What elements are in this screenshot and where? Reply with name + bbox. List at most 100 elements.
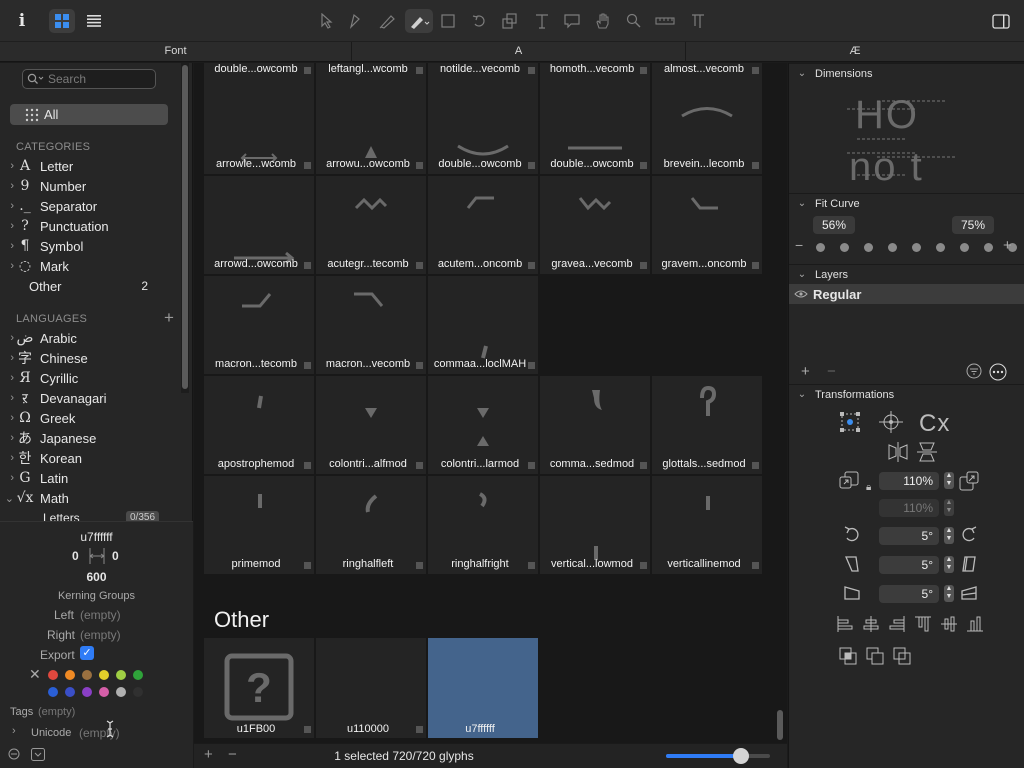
color-swatch[interactable] — [82, 687, 92, 697]
glyph-cell[interactable]: double...owcomb — [428, 76, 538, 174]
skew-left-icon[interactable] — [843, 584, 861, 605]
layer-row-regular[interactable]: Regular — [789, 284, 1024, 304]
transform-origin-box-icon[interactable] — [839, 411, 861, 436]
fit-curve-step[interactable] — [864, 243, 873, 252]
rotate-right-icon[interactable] — [960, 525, 978, 546]
chevron-right-icon[interactable]: › — [0, 352, 16, 364]
boolean-subtract-icon[interactable] — [866, 647, 884, 668]
chevron-right-icon[interactable]: › — [0, 332, 16, 344]
transform-cx-icon[interactable]: Cx — [919, 410, 950, 438]
glyph-cell[interactable]: acutem...oncomb — [428, 176, 538, 274]
left-sidebearing[interactable]: 0 — [72, 549, 79, 563]
glyph-cell[interactable]: colontri...larmod — [428, 376, 538, 474]
sidebar-scrollbar[interactable] — [181, 63, 189, 393]
sidebar-item-separator[interactable]: › ._ Separator — [0, 196, 180, 216]
grid-view-icon[interactable] — [49, 9, 75, 33]
align-center-v-icon[interactable] — [940, 615, 958, 636]
zoom-tool-icon[interactable] — [624, 9, 644, 33]
sidebar-item-letter[interactable]: › A Letter — [0, 156, 180, 176]
color-swatch[interactable] — [133, 687, 143, 697]
sidebar-item-punctuation[interactable]: ›? Punctuation — [0, 216, 180, 236]
glyph-cell-selected[interactable]: u7ffffff — [428, 638, 538, 738]
fit-curve-step[interactable] — [984, 243, 993, 252]
sidebar-item-greek[interactable]: › Ω Greek — [0, 408, 180, 428]
glyph-cell[interactable]: colontri...alfmod — [316, 376, 426, 474]
skew-stepper[interactable]: ▲ ▼ — [944, 585, 954, 602]
chevron-right-icon[interactable]: › — [0, 220, 16, 232]
sidebar-item-korean[interactable]: › 한 Korean — [0, 448, 180, 468]
chevron-right-icon[interactable]: › — [0, 240, 16, 252]
glyph-cell[interactable]: u110000 — [316, 638, 426, 738]
scale-y-stepper[interactable]: ▲ ▼ — [944, 499, 954, 516]
rotate-left-icon[interactable] — [843, 525, 861, 546]
fit-curve-step[interactable] — [816, 243, 825, 252]
sidebar-item-other[interactable]: Other 2 — [0, 276, 180, 296]
glyph-cell[interactable]: vertical...lowmod — [540, 476, 650, 574]
select-all-tool-icon[interactable] — [346, 9, 364, 33]
sidebar-item-latin[interactable]: › G Latin — [0, 468, 180, 488]
fit-curve-step[interactable] — [912, 243, 921, 252]
tab-ae[interactable]: Æ — [686, 42, 1024, 62]
slant-field[interactable]: 5° — [879, 556, 939, 574]
zoom-slider[interactable] — [666, 748, 770, 764]
pen-tool-icon[interactable] — [405, 9, 433, 33]
scale-x-stepper[interactable]: ▲ ▼ — [944, 472, 954, 489]
fit-curve-minus-icon[interactable]: − — [795, 237, 803, 253]
glyph-cell[interactable]: gravem...oncomb — [652, 176, 762, 274]
fit-curve-left-value[interactable]: 56% — [813, 216, 855, 234]
glyph-cell[interactable]: ringhalfleft — [316, 476, 426, 574]
chevron-right-icon[interactable]: › — [0, 160, 16, 172]
search-field[interactable]: Search — [22, 69, 156, 89]
hand-tool-icon[interactable] — [593, 9, 613, 33]
chevron-down-icon[interactable]: ⌄ — [0, 492, 16, 505]
boolean-union-icon[interactable] — [839, 647, 857, 668]
more-options-icon[interactable] — [8, 748, 20, 763]
right-sidebearing[interactable]: 0 — [112, 549, 119, 563]
rotate-stepper[interactable]: ▲ ▼ — [944, 527, 954, 544]
zoom-slider-knob[interactable] — [732, 748, 749, 764]
color-swatch[interactable] — [82, 670, 92, 680]
glyph-cell[interactable]: arrowu...owcomb — [316, 76, 426, 174]
sidebar-item-all[interactable]: All — [10, 104, 168, 125]
glyph-cell[interactable]: commaa...loclMAH — [428, 276, 538, 374]
transformations-header[interactable]: ⌄ Transformations — [789, 384, 1024, 404]
align-left-icon[interactable] — [836, 615, 854, 636]
scale-up-icon[interactable] — [959, 471, 979, 494]
glyph-cell[interactable]: acutegr...tecomb — [316, 176, 426, 274]
tab-a[interactable]: A — [352, 42, 686, 62]
info-icon[interactable]: i — [12, 9, 32, 33]
transform-crosshair-icon[interactable] — [879, 411, 903, 436]
tags-value[interactable]: (empty) — [38, 706, 75, 718]
color-swatch[interactable] — [116, 687, 126, 697]
sidebar-item-number[interactable]: › 9 Number — [0, 176, 180, 196]
color-swatch[interactable] — [116, 670, 126, 680]
anchor-tool-icon[interactable] — [688, 9, 708, 33]
slant-right-icon[interactable] — [960, 555, 978, 576]
add-language-icon[interactable]: + — [164, 308, 174, 328]
layers-header[interactable]: ⌄ Layers — [789, 264, 1024, 284]
glyph-cell[interactable]: ringhalfright — [428, 476, 538, 574]
list-view-icon[interactable] — [84, 9, 104, 33]
fit-curve-right-value[interactable]: 75% — [952, 216, 994, 234]
glyph-cell[interactable]: brevein...lecomb — [652, 76, 762, 174]
sidebar-item-arabic[interactable]: › ض Arabic — [0, 328, 180, 348]
layer-filter-icon[interactable] — [966, 363, 982, 382]
chevron-right-icon[interactable]: › — [0, 472, 16, 484]
unicode-disclosure-icon[interactable]: › — [12, 725, 16, 737]
kerning-right-value[interactable]: (empty) — [80, 628, 121, 642]
glyph-width[interactable]: 600 — [0, 570, 193, 584]
fit-curve-step[interactable] — [960, 243, 969, 252]
rotate-field[interactable]: 5° — [879, 527, 939, 545]
glyph-cell[interactable]: ? u1FB00 — [204, 638, 314, 738]
align-top-icon[interactable] — [914, 615, 932, 636]
glyph-cell[interactable]: comma...sedmod — [540, 376, 650, 474]
color-swatch[interactable] — [48, 687, 58, 697]
color-swatch[interactable] — [65, 670, 75, 680]
chevron-right-icon[interactable]: › — [0, 260, 16, 272]
boolean-intersect-icon[interactable] — [893, 647, 911, 668]
color-swatch[interactable] — [48, 670, 58, 680]
glyph-cell[interactable]: primemod — [204, 476, 314, 574]
sidebar-item-japanese[interactable]: › あ Japanese — [0, 428, 180, 448]
tab-font[interactable]: Font — [0, 42, 352, 62]
rotate-tool-icon[interactable] — [470, 9, 488, 33]
